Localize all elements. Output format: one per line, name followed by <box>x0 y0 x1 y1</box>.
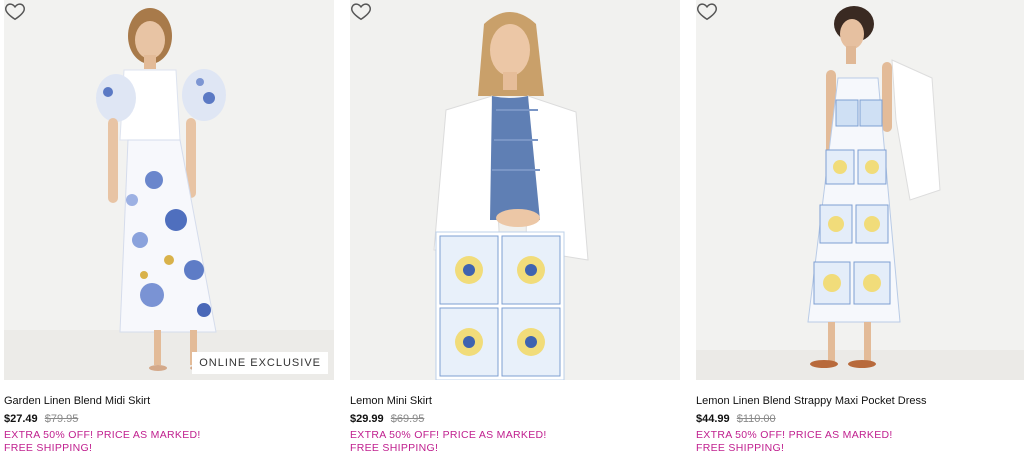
product-card[interactable]: Lemon Linen Blend Strappy Maxi Pocket Dr… <box>696 0 1024 455</box>
product-name[interactable]: Lemon Linen Blend Strappy Maxi Pocket Dr… <box>696 394 1024 408</box>
product-photo-illustration <box>4 0 334 380</box>
product-image[interactable]: ONLINE EXCLUSIVE <box>4 0 334 380</box>
heart-outline-icon[interactable] <box>350 0 372 22</box>
online-exclusive-badge: ONLINE EXCLUSIVE <box>192 352 328 374</box>
product-photo-illustration <box>696 0 1024 380</box>
price-row: $44.99 $110.00 <box>696 412 1024 426</box>
sale-price: $27.49 <box>4 413 38 425</box>
promo-text: EXTRA 50% OFF! PRICE AS MARKED! <box>350 429 547 441</box>
shipping-text: FREE SHIPPING! <box>696 442 785 454</box>
heart-outline-icon[interactable] <box>4 0 26 22</box>
original-price: $79.95 <box>44 413 79 425</box>
original-price: $69.95 <box>390 413 425 425</box>
heart-outline-icon[interactable] <box>696 0 718 22</box>
product-image[interactable] <box>350 0 680 380</box>
shipping-text: FREE SHIPPING! <box>4 442 93 454</box>
product-photo-illustration <box>350 0 680 380</box>
sale-price: $29.99 <box>350 413 384 425</box>
product-card[interactable]: Lemon Mini Skirt $29.99 $69.95 EXTRA 50%… <box>350 0 680 455</box>
original-price: $110.00 <box>736 413 776 425</box>
product-image[interactable] <box>696 0 1024 380</box>
product-grid: ONLINE EXCLUSIVE Garden Linen Blend Midi… <box>0 0 1024 455</box>
product-name[interactable]: Garden Linen Blend Midi Skirt <box>4 394 334 408</box>
promo-text: EXTRA 50% OFF! PRICE AS MARKED! <box>696 429 893 441</box>
promo-text: EXTRA 50% OFF! PRICE AS MARKED! <box>4 429 201 441</box>
price-row: $29.99 $69.95 <box>350 412 680 426</box>
price-row: $27.49 $79.95 <box>4 412 334 426</box>
sale-price: $44.99 <box>696 413 730 425</box>
shipping-text: FREE SHIPPING! <box>350 442 439 454</box>
product-card[interactable]: ONLINE EXCLUSIVE Garden Linen Blend Midi… <box>4 0 334 455</box>
product-name[interactable]: Lemon Mini Skirt <box>350 394 680 408</box>
